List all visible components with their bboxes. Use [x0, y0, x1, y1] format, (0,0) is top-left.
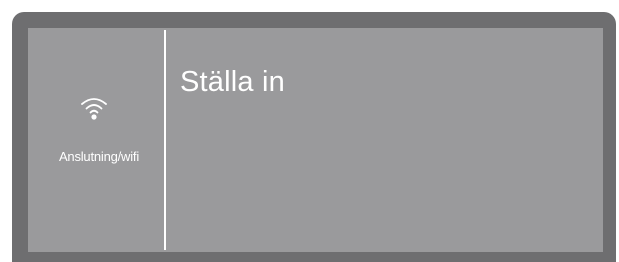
divider [164, 30, 166, 250]
page-title: Ställa in [180, 66, 285, 98]
menu-item-label: Anslutning/wifi [58, 149, 140, 164]
wifi-icon [81, 98, 107, 120]
menu-item-wifi[interactable]: Anslutning/wifi [28, 28, 164, 252]
display-screen: Anslutning/wifi Ställa in [28, 28, 603, 252]
